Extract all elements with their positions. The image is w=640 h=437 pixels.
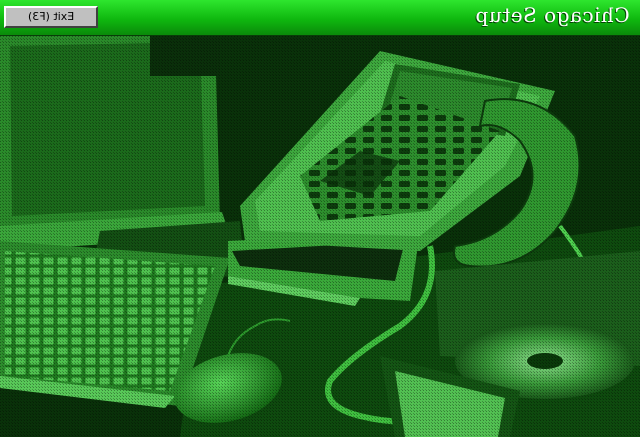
exit-button-label: Exit (F3): [27, 10, 75, 23]
office-equipment-photo: [0, 36, 640, 437]
title-bar: Exit (F3) Chicago Setup: [0, 0, 640, 36]
setup-screen: Exit (F3) Chicago Setup: [0, 0, 640, 437]
window-title: Chicago Setup: [475, 3, 630, 27]
exit-button[interactable]: Exit (F3): [4, 6, 98, 28]
